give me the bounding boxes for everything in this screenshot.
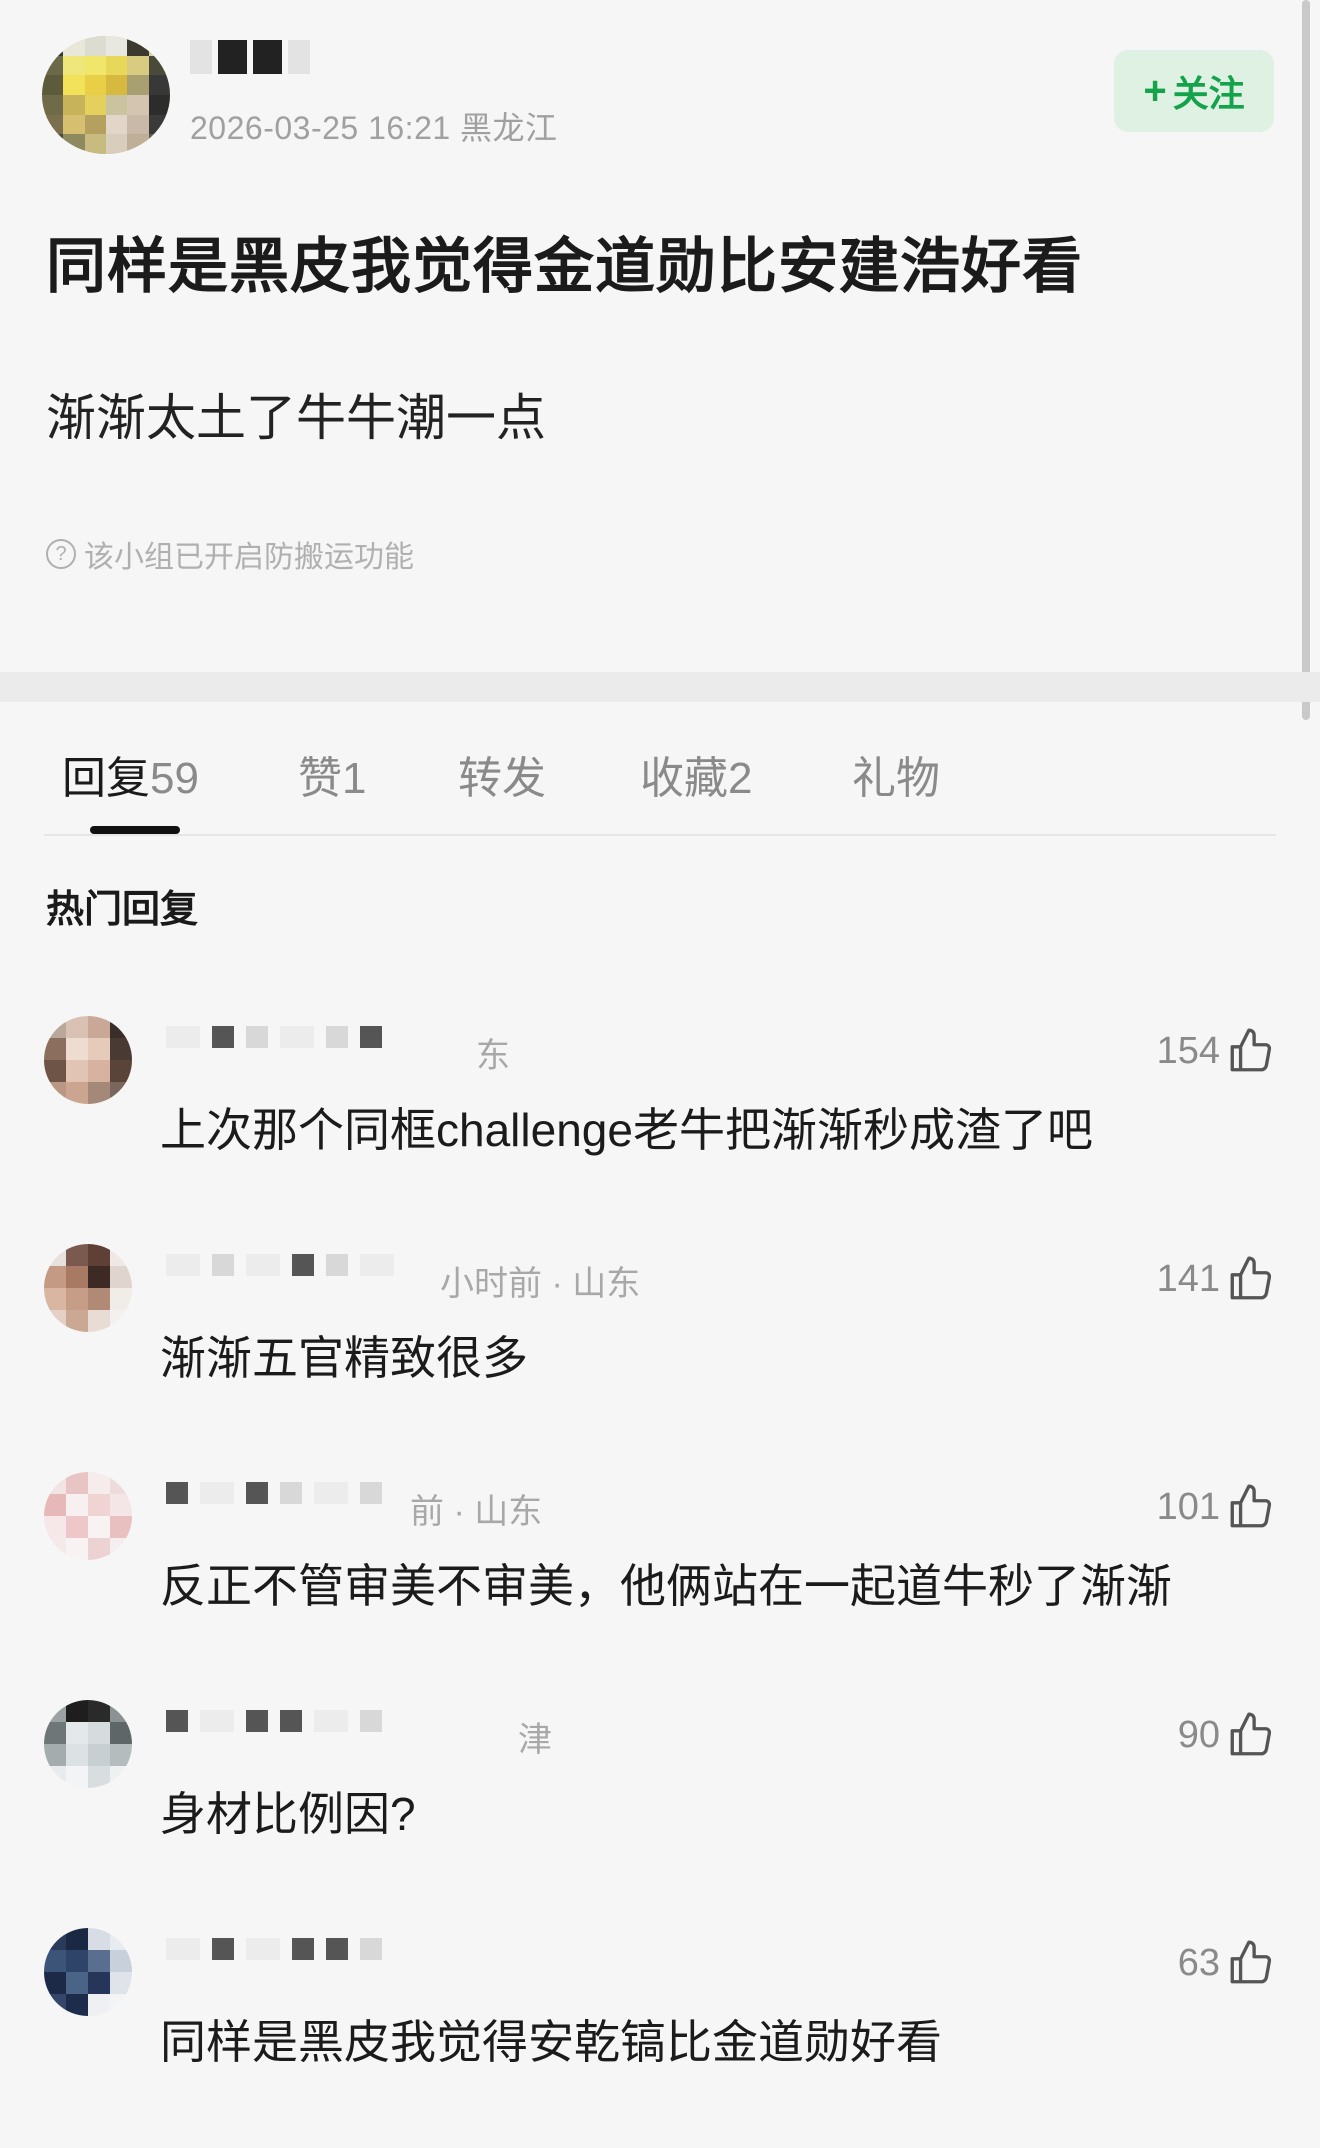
comment-text: 身材比例因? [160, 1788, 416, 1840]
tab-label: 收藏 [640, 754, 728, 803]
comment-item: 小时前 · 山东 141 渐渐五官精致很多 [0, 1244, 1320, 1464]
commenter-avatar[interactable] [44, 1244, 132, 1332]
tab-favorites[interactable]: 收藏2 [640, 742, 752, 806]
commenter-name-redacted[interactable] [166, 1482, 382, 1504]
like-button[interactable]: 63 [1178, 1938, 1276, 1988]
like-button[interactable]: 154 [1157, 1026, 1276, 1076]
thumbs-up-icon [1230, 1484, 1272, 1528]
interaction-tabs: 回复59 赞1 转发 收藏2 礼物 [0, 702, 1320, 836]
comment-item: 津 90 身材比例因? [0, 1700, 1320, 1920]
comment-item: 东 154 上次那个同框challenge老牛把渐渐秒成渣了吧 [0, 1016, 1320, 1236]
like-count: 63 [1177, 1941, 1220, 1984]
thumbs-up-icon [1230, 1940, 1272, 1984]
comment-text: 上次那个同框challenge老牛把渐渐秒成渣了吧 [160, 1104, 1093, 1156]
comment-meta: 东 [476, 1037, 510, 1075]
question-circle-icon: ? [46, 539, 76, 569]
comment-text: 同样是黑皮我觉得安乾镐比金道勋好看 [160, 2016, 942, 2068]
thumbs-up-icon [1230, 1712, 1272, 1756]
plus-icon: + [1143, 68, 1167, 113]
like-count: 154 [1156, 1029, 1220, 1072]
tab-reposts[interactable]: 转发 [458, 742, 546, 806]
comment-meta: 津 [518, 1721, 552, 1759]
post-title: 同样是黑皮我觉得金道勋比安建浩好看 [46, 233, 1083, 300]
follow-label: 关注 [1172, 73, 1245, 114]
like-button[interactable]: 90 [1178, 1710, 1276, 1760]
commenter-name-redacted[interactable] [166, 1026, 382, 1048]
author-name-redacted[interactable] [190, 40, 310, 80]
avatar-mosaic [42, 36, 170, 154]
comment-text: 渐渐五官精致很多 [160, 1332, 528, 1384]
commenter-avatar[interactable] [44, 1016, 132, 1104]
comment-meta: 小时前 · 山东 [440, 1265, 641, 1303]
tab-likes[interactable]: 赞1 [298, 742, 366, 806]
commenter-name-redacted[interactable] [166, 1710, 382, 1732]
like-button[interactable]: 141 [1157, 1254, 1276, 1304]
tab-gifts[interactable]: 礼物 [852, 742, 940, 806]
scrollbar[interactable] [1302, 0, 1310, 720]
like-count: 90 [1177, 1713, 1220, 1756]
comment-item: 63 同样是黑皮我觉得安乾镐比金道勋好看 [0, 1928, 1320, 2148]
tab-count: 59 [150, 754, 199, 803]
tab-label: 礼物 [852, 754, 940, 803]
section-divider [0, 672, 1320, 702]
commenter-avatar[interactable] [44, 1928, 132, 2016]
tab-label: 回复 [62, 754, 150, 803]
tab-count: 2 [728, 754, 753, 803]
like-button[interactable]: 101 [1157, 1482, 1276, 1532]
like-count: 141 [1156, 1257, 1220, 1300]
tab-label: 赞 [298, 754, 342, 803]
comment-meta: 前 · 山东 [410, 1493, 543, 1531]
follow-button[interactable]: + 关注 [1114, 50, 1274, 132]
post-header: 2026-03-25 16:21 黑龙江 + 关注 同样是黑皮我觉得金道勋比安建… [0, 0, 1320, 672]
commenter-name-redacted[interactable] [166, 1254, 394, 1276]
post-body: 渐渐太土了牛牛潮一点 [46, 390, 546, 446]
active-tab-indicator [90, 826, 180, 834]
comment-item: 前 · 山东 101 反正不管审美不审美，他俩站在一起道牛秒了渐渐 [0, 1472, 1320, 1692]
notice-text: 该小组已开启防搬运功能 [84, 541, 414, 574]
commenter-avatar[interactable] [44, 1700, 132, 1788]
post-timestamp-location: 2026-03-25 16:21 黑龙江 [190, 110, 558, 146]
tab-replies[interactable]: 回复59 [62, 742, 199, 806]
comment-text: 反正不管审美不审美，他俩站在一起道牛秒了渐渐 [160, 1560, 1172, 1612]
thumbs-up-icon [1230, 1256, 1272, 1300]
hot-replies-heading: 热门回复 [46, 889, 199, 931]
tab-label: 转发 [458, 754, 546, 803]
thumbs-up-icon [1230, 1028, 1272, 1072]
author-avatar[interactable] [42, 36, 170, 154]
like-count: 101 [1156, 1485, 1220, 1528]
tabs-divider [44, 834, 1276, 836]
anti-repost-notice: ? 该小组已开启防搬运功能 [46, 532, 414, 576]
commenter-avatar[interactable] [44, 1472, 132, 1560]
commenter-name-redacted[interactable] [166, 1938, 382, 1960]
tab-count: 1 [342, 754, 367, 803]
